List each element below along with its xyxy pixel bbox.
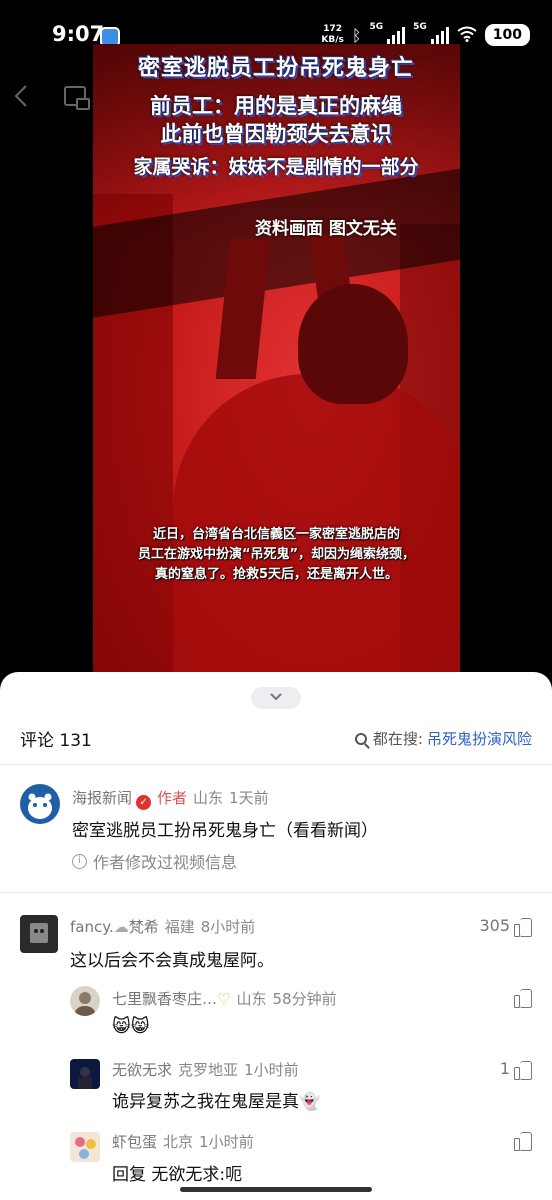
chevron-down-icon	[270, 693, 282, 701]
search-suggestion[interactable]: 都在搜: 吊死鬼扮演风险	[354, 728, 532, 749]
author-avatar[interactable]	[20, 784, 60, 824]
sig1-label: 5G	[369, 22, 384, 32]
video-subtitle: 前员工：用的是真正的麻绳 此前也曾因勒颈失去意识	[0, 92, 552, 148]
search-icon	[354, 732, 367, 745]
comment-time: 8小时前	[200, 918, 256, 936]
battery-icon: 100	[484, 24, 530, 46]
signal-icon-2	[430, 26, 449, 44]
search-keyword[interactable]: 吊死鬼扮演风险	[427, 728, 532, 749]
heart-badge-icon: ♡	[217, 990, 231, 1008]
comment-time: 58分钟前	[272, 990, 337, 1008]
comment-text[interactable]: 😸😸	[112, 1016, 150, 1037]
comment-location: 克罗地亚	[178, 1061, 239, 1079]
caption-line2: 员工在游戏中扮演“吊死鬼”，却因为绳索绕颈，	[137, 547, 416, 562]
commenter-name[interactable]: fancy.	[70, 918, 114, 936]
thumbs-up-icon	[514, 1131, 532, 1151]
comment-name-line: fancy.☁梵希 福建 8小时前	[70, 916, 255, 937]
commenter-avatar[interactable]	[20, 915, 58, 953]
comment-sheet: 评论 131 都在搜: 吊死鬼扮演风险 海报新闻 ✓ 作者 山东 1天前 密室逃脱员工扮…	[0, 672, 552, 1200]
comment-text[interactable]: 回复 无欲无求:呃	[112, 1160, 242, 1185]
author-info-line: i 作者修改过视频信息	[72, 849, 237, 873]
comment-time: 1小时前	[244, 1061, 299, 1079]
like-count: 1	[499, 1059, 510, 1078]
like-button[interactable]	[510, 988, 532, 1008]
signal-icon	[387, 26, 406, 44]
divider	[0, 764, 552, 765]
info-icon: i	[72, 853, 87, 869]
commenter-name[interactable]: 无欲无求	[112, 1061, 172, 1079]
comment-name-line: 无欲无求 克罗地亚 1小时前	[112, 1059, 299, 1080]
commenter-avatar[interactable]	[70, 986, 100, 1016]
like-button[interactable]: 305	[479, 916, 532, 937]
bluetooth-icon: ᛒ	[351, 25, 362, 45]
thumbs-up-icon	[514, 917, 532, 937]
video-line3: 家属哭诉：妹妹不是剧情的一部分	[133, 156, 419, 178]
search-prefix: 都在搜:	[372, 730, 423, 748]
comment-location: 福建	[164, 918, 195, 936]
commenter-name[interactable]: 七里飘香枣庄…	[112, 990, 217, 1008]
caption-line3: 真的窒息了。抢救5天后，还是离开人世。	[154, 567, 399, 582]
thumbs-up-icon	[514, 1060, 532, 1080]
comment-text[interactable]: 这以后会不会真成鬼屋阿。	[70, 946, 274, 971]
cloud-icon: ☁	[113, 918, 129, 936]
figure-body	[173, 374, 460, 674]
commenter-name[interactable]: 虾包蛋	[112, 1133, 157, 1151]
status-time: 9:07	[52, 22, 105, 46]
comment-name-line: 七里飘香枣庄…♡ 山东 58分钟前	[112, 988, 337, 1009]
like-count: 305	[479, 916, 510, 935]
verified-icon: ✓	[136, 795, 152, 810]
like-button[interactable]: 1	[499, 1059, 532, 1080]
author-location: 山东	[193, 789, 224, 807]
author-tag: 作者	[157, 789, 188, 807]
comment-time: 1小时前	[199, 1133, 254, 1151]
comment-text[interactable]: 诡异复苏之我在鬼屋是真👻	[112, 1087, 320, 1112]
thumbs-up-icon	[514, 988, 532, 1008]
figure-head	[298, 284, 408, 404]
comment-location: 山东	[236, 990, 267, 1008]
comment-count: 评论 131	[20, 731, 92, 751]
video-line2: 此前也曾因勒颈失去意识	[160, 122, 392, 146]
collapse-button[interactable]	[251, 687, 301, 709]
home-indicator[interactable]	[180, 1187, 372, 1192]
video-disclaimer: 资料画面 图文无关	[255, 219, 397, 239]
commenter-name-suffix[interactable]: 梵希	[129, 918, 159, 936]
divider	[0, 892, 552, 893]
author-info: 作者修改过视频信息	[93, 853, 238, 872]
comment-location: 北京	[163, 1133, 194, 1151]
like-button[interactable]	[510, 1131, 532, 1151]
caption-line1: 近日，台湾省台北信義区一家密室逃脱店的	[152, 527, 400, 542]
author-post-text[interactable]: 密室逃脱员工扮吊死鬼身亡（看看新闻）	[72, 816, 378, 841]
video-line1: 前员工：用的是真正的麻绳	[150, 94, 402, 118]
comment-name-line: 虾包蛋 北京 1小时前	[112, 1131, 254, 1152]
video-caption: 近日，台湾省台北信義区一家密室逃脱店的 员工在游戏中扮演“吊死鬼”，却因为绳索绕…	[93, 525, 460, 585]
author-name-line: 海报新闻 ✓ 作者 山东 1天前	[72, 787, 269, 810]
commenter-avatar[interactable]	[70, 1059, 100, 1089]
author-time: 1天前	[229, 789, 269, 807]
wifi-icon	[457, 26, 477, 45]
net-speed-value: 172	[323, 24, 342, 34]
net-speed: 172 KB/s	[321, 24, 343, 46]
video-headline: 密室逃脱员工扮吊死鬼身亡	[137, 56, 414, 81]
sig2-label: 5G	[413, 22, 427, 32]
commenter-avatar[interactable]	[70, 1132, 100, 1162]
author-name[interactable]: 海报新闻	[72, 789, 132, 807]
